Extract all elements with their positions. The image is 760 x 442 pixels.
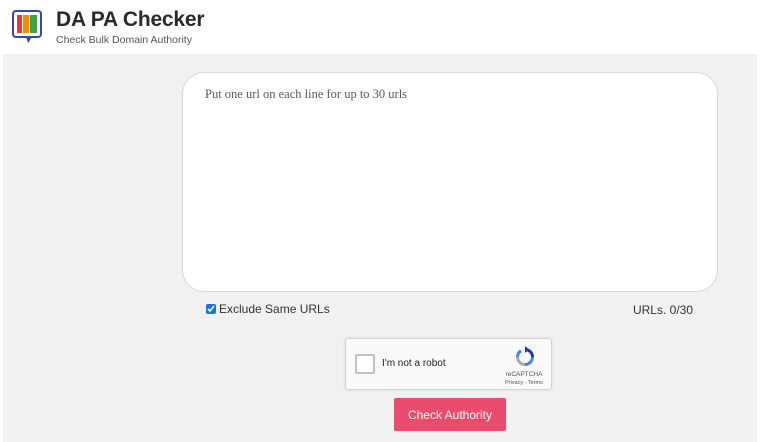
page-title: DA PA Checker bbox=[56, 8, 205, 31]
recaptcha-checkbox[interactable] bbox=[355, 354, 375, 374]
recaptcha-widget: I'm not a robot reCAPTCHA Privacy - Term… bbox=[345, 338, 552, 390]
recaptcha-logo-icon bbox=[516, 346, 534, 366]
exclude-same-urls-label: Exclude Same URLs bbox=[219, 302, 330, 316]
url-input-textarea[interactable] bbox=[182, 72, 718, 292]
url-count: URLs. 0/30 bbox=[632, 303, 693, 317]
exclude-same-urls-checkbox[interactable] bbox=[206, 304, 216, 314]
site-header: DA PA Checker Check Bulk Domain Authorit… bbox=[0, 0, 760, 52]
recaptcha-label: I'm not a robot bbox=[382, 358, 446, 369]
da-pa-checker-logo-icon[interactable] bbox=[12, 10, 42, 44]
recaptcha-privacy-terms-link[interactable]: Privacy - Terms bbox=[496, 380, 552, 386]
check-authority-button[interactable]: Check Authority bbox=[394, 398, 506, 431]
page-subtitle: Check Bulk Domain Authority bbox=[56, 34, 192, 46]
exclude-same-urls-option[interactable]: Exclude Same URLs bbox=[206, 302, 330, 316]
recaptcha-brand: reCAPTCHA bbox=[505, 371, 543, 378]
